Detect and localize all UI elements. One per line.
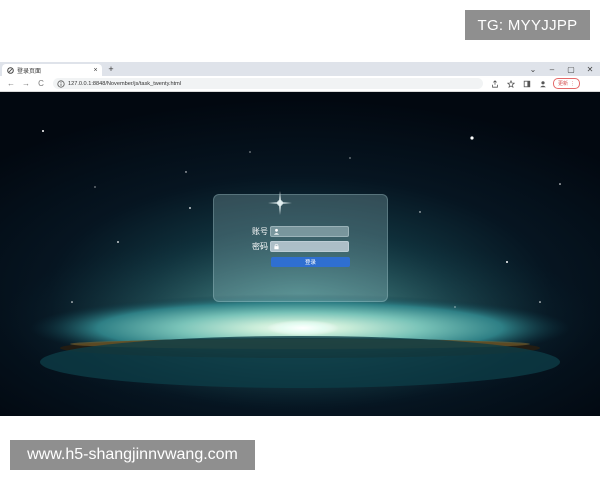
update-label: 更新 [558, 81, 569, 87]
account-row: 账号 [252, 226, 349, 237]
tab-search-icon[interactable]: ⌄ [529, 65, 537, 74]
more-menu-icon[interactable]: ⋮ [570, 81, 575, 87]
browser-toolbar: ← → C 127.0.0.1:8848/November/js/task_tw… [0, 76, 600, 92]
reload-button[interactable]: C [35, 78, 47, 90]
tab-title: 登录页面 [17, 68, 42, 75]
password-input[interactable] [282, 242, 346, 251]
window-controls: ⌄ – ▢ ✕ [529, 63, 594, 75]
maximize-button[interactable]: ▢ [567, 65, 575, 74]
page-viewport: 账号 密码 登录 [0, 92, 600, 416]
user-icon [273, 228, 280, 235]
lock-icon [274, 243, 279, 250]
close-window-button[interactable]: ✕ [586, 65, 594, 74]
password-field[interactable] [270, 241, 349, 252]
tab-login-page[interactable]: 登录页面 × [2, 64, 102, 76]
account-input[interactable] [282, 227, 346, 236]
minimize-button[interactable]: – [548, 65, 556, 74]
update-button[interactable]: 更新 ⋮ [553, 78, 581, 89]
toolbar-actions [491, 79, 547, 88]
url-text: 127.0.0.1:8848/November/js/task_twenty.h… [68, 80, 182, 87]
back-button[interactable]: ← [5, 78, 17, 90]
site-watermark: www.h5-shangjinnvwang.com [10, 440, 255, 470]
sidebar-icon[interactable] [523, 80, 531, 88]
browser-window: 登录页面 × + ⌄ – ▢ ✕ ← → C 127.0.0.1:8848/No… [0, 62, 600, 416]
info-icon[interactable] [57, 79, 65, 88]
password-label: 密码 [252, 242, 268, 251]
account-label: 账号 [252, 227, 268, 236]
star-icon[interactable] [507, 79, 515, 88]
share-icon[interactable] [491, 79, 499, 88]
tab-close-icon[interactable]: × [92, 67, 99, 74]
account-field[interactable] [270, 226, 349, 237]
new-tab-button[interactable]: + [106, 64, 116, 75]
password-row: 密码 [252, 241, 349, 252]
tab-strip: 登录页面 × + ⌄ – ▢ ✕ [0, 62, 600, 76]
tg-badge: TG: MYYJJPP [465, 10, 590, 40]
profile-icon[interactable] [539, 80, 547, 88]
login-card: 账号 密码 登录 [213, 194, 388, 302]
login-button[interactable]: 登录 [271, 257, 350, 267]
forward-button[interactable]: → [20, 78, 32, 90]
address-bar[interactable]: 127.0.0.1:8848/November/js/task_twenty.h… [53, 78, 483, 89]
browser-favicon-icon [7, 66, 14, 74]
